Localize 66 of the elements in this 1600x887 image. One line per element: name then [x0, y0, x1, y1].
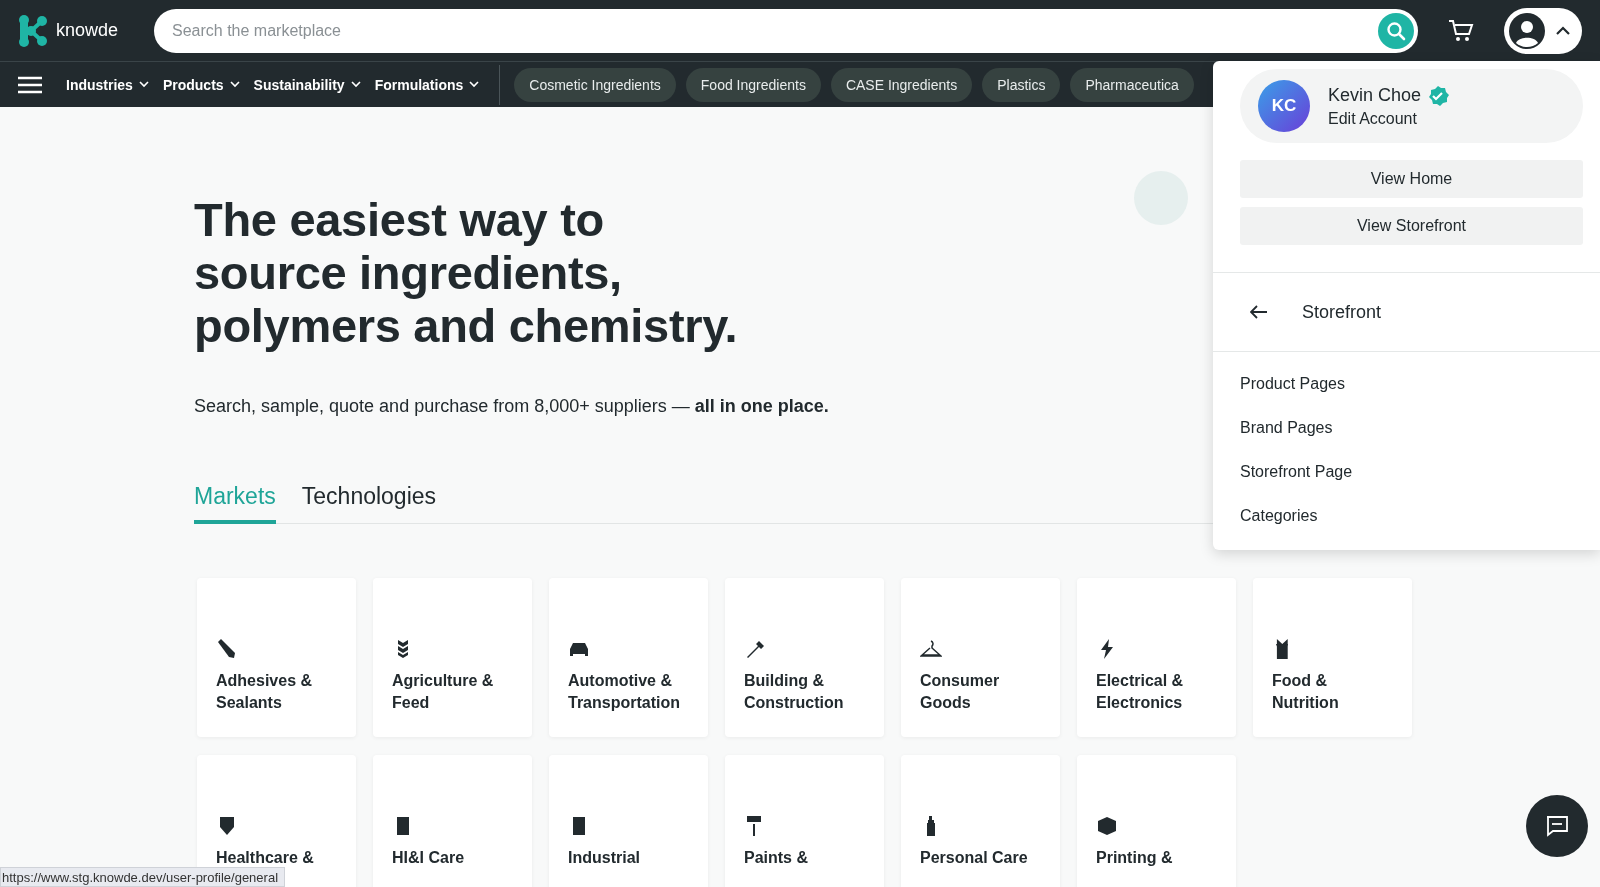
hanger-icon	[920, 638, 942, 660]
hero-title: The easiest way to source ingredients, polymers and chemistry.	[194, 193, 739, 352]
logo-icon[interactable]	[18, 13, 48, 48]
nav-menu[interactable]: Industries	[66, 76, 157, 93]
market-card[interactable]: Building & Construction	[725, 578, 884, 737]
chevron-down-icon	[350, 81, 361, 88]
market-label: Healthcare &	[216, 848, 314, 868]
category-chip[interactable]: CASE Ingredients	[830, 67, 973, 102]
status-url: https://www.stg.knowde.dev/user-profile/general	[0, 867, 286, 887]
chevron-down-icon	[229, 81, 240, 88]
user-name: Kevin Choe	[1328, 85, 1422, 106]
nav-menu[interactable]: Sustainability	[253, 76, 369, 93]
box-icon	[1096, 815, 1118, 837]
market-card[interactable]: Consumer Goods	[901, 578, 1060, 737]
nav-menu[interactable]: Products	[162, 76, 248, 93]
market-label: Printing &	[1096, 848, 1173, 868]
pen-icon	[216, 638, 238, 660]
market-label: Industrial	[568, 848, 640, 868]
menu-button[interactable]: View Home	[1240, 160, 1583, 198]
market-card[interactable]: Adhesives & Sealants	[197, 578, 356, 737]
account-button[interactable]	[1504, 7, 1582, 54]
category-chip[interactable]: Plastics	[982, 67, 1061, 102]
market-label: Electrical & Electronics	[1096, 671, 1185, 713]
category-chip[interactable]: Food Ingredients	[685, 67, 821, 102]
section-title: Storefront	[1302, 301, 1382, 323]
menu-item[interactable]: Brand Pages	[1240, 416, 1600, 439]
market-card[interactable]: Automotive & Transportation	[549, 578, 708, 737]
market-label: Automotive & Transportation	[568, 671, 681, 713]
menu-icon[interactable]	[18, 75, 42, 94]
market-card[interactable]: Agriculture & Feed	[373, 578, 532, 737]
market-label: Agriculture & Feed	[392, 671, 495, 713]
user-icon	[1508, 11, 1546, 50]
market-card[interactable]: Paints &	[725, 755, 884, 887]
market-label: Paints &	[744, 848, 808, 868]
market-label: Adhesives & Sealants	[216, 671, 314, 713]
menu-item[interactable]: Storefront Page	[1240, 460, 1600, 483]
market-card[interactable]: HI&I Care	[373, 755, 532, 887]
edit-account-link[interactable]: Edit Account	[1328, 109, 1450, 128]
market-label: Food & Nutrition	[1272, 671, 1340, 713]
market-label: Building & Construction	[744, 671, 845, 713]
market-card[interactable]: Food & Nutrition	[1253, 578, 1412, 737]
tab[interactable]: Technologies	[301, 483, 437, 524]
market-card[interactable]: Personal Care	[901, 755, 1060, 887]
category-chip[interactable]: Cosmetic Ingredients	[514, 67, 676, 102]
search-field[interactable]: Search the marketplace	[154, 8, 1418, 53]
market-label: Personal Care	[920, 848, 1028, 868]
avatar: KC	[1258, 80, 1310, 132]
market-card[interactable]: Printing &	[1077, 755, 1236, 887]
market-card[interactable]: Electrical & Electronics	[1077, 578, 1236, 737]
nav-menu[interactable]: Formulations	[374, 76, 488, 93]
back-arrow-icon[interactable]	[1250, 305, 1268, 319]
chat-icon	[1545, 815, 1569, 837]
market-label: Consumer Goods	[920, 671, 1001, 713]
market-label: HI&I Care	[392, 848, 465, 868]
menu-button[interactable]: View Storefront	[1240, 207, 1583, 245]
market-card[interactable]: Industrial	[549, 755, 708, 887]
caret-icon	[1556, 26, 1570, 35]
menu-item[interactable]: Categories	[1240, 504, 1600, 527]
profile-card[interactable]: KC Kevin Choe Edit Account	[1240, 69, 1583, 143]
logo-text[interactable]: knowde	[56, 20, 119, 41]
hero-subtitle: Search, sample, quote and purchase from 8,000+ suppliers — all in one place.	[194, 396, 830, 417]
category-chip[interactable]: Pharmaceutica	[1070, 67, 1194, 102]
menu-item[interactable]: Product Pages	[1240, 372, 1600, 395]
chevron-down-icon	[138, 81, 149, 88]
chevron-down-icon	[469, 81, 480, 88]
cart-icon[interactable]	[1448, 18, 1474, 43]
